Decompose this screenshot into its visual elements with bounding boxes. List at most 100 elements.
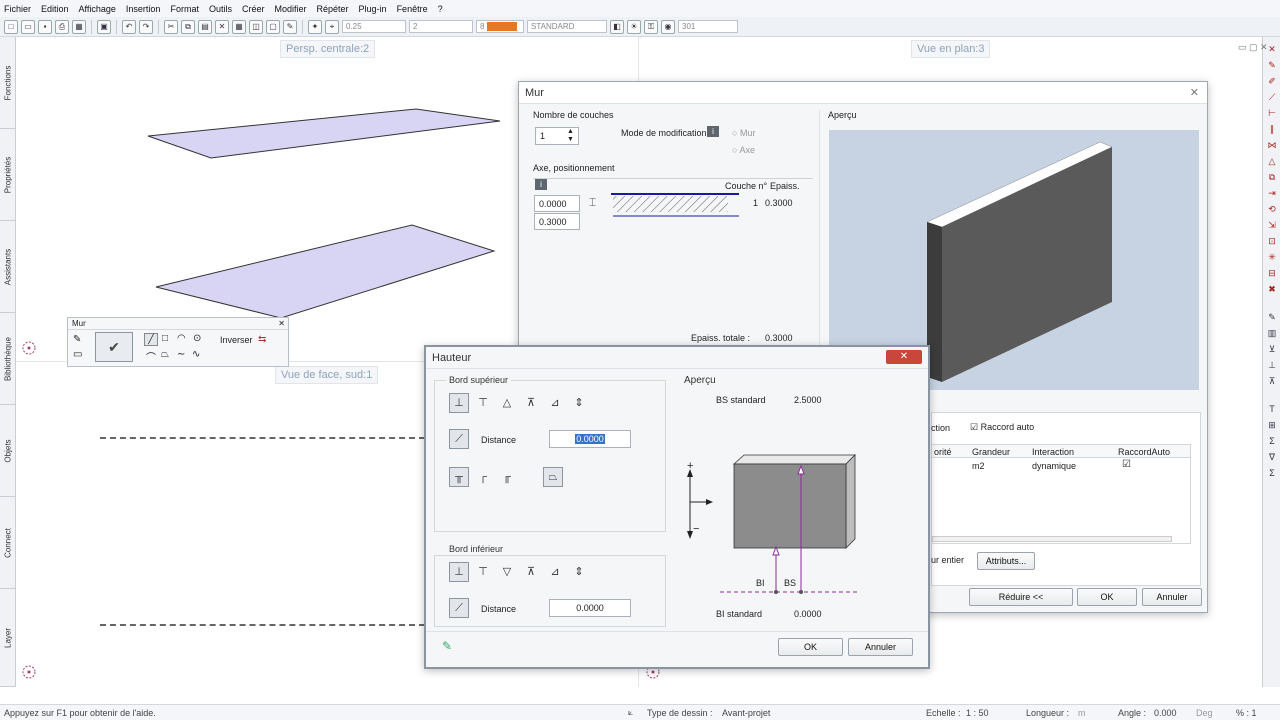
redo-icon[interactable]: ↷ <box>139 19 153 34</box>
bulb-icon[interactable]: ☀ <box>627 19 641 34</box>
rectangle-mode-icon[interactable]: □ <box>162 333 168 344</box>
bottom-relative-icon[interactable]: ⊤ <box>473 562 493 582</box>
pen-thickness-select[interactable]: 0.25 <box>342 20 406 33</box>
tab-fonctions[interactable]: Fonctions <box>0 37 16 129</box>
text-tool-icon[interactable]: T <box>1266 403 1278 415</box>
filter-tool-icon[interactable]: ⊻ <box>1266 343 1278 355</box>
pipette-icon[interactable]: ✎ <box>442 639 452 653</box>
echelle-value[interactable]: 1 : 50 <box>966 708 989 718</box>
angle-value[interactable]: 0.000 <box>1154 708 1177 718</box>
offset-icon[interactable]: ⊟ <box>1266 267 1278 279</box>
tab-bibliotheque[interactable]: Bibliothèque <box>0 313 16 405</box>
stretch-icon[interactable]: ⇲ <box>1266 219 1278 231</box>
arc-segment-icon[interactable]: ⌒ <box>146 349 156 364</box>
measure-icon[interactable]: ⌖ <box>325 19 339 34</box>
dimension-icon[interactable]: ⊢ <box>1266 107 1278 119</box>
folder-icon[interactable]: ▭ <box>73 349 82 360</box>
wall-type-button[interactable]: ✔ <box>95 332 133 362</box>
menu-modifier[interactable]: Modifier <box>275 4 307 14</box>
line-type-select[interactable]: 2 <box>409 20 473 33</box>
viewport-window-controls-icon[interactable]: ▭ ▢ ✕ <box>1238 42 1268 53</box>
menu-repeter[interactable]: Répéter <box>317 4 349 14</box>
reduire-button[interactable]: Réduire << <box>969 588 1073 606</box>
bottom-plane-icon[interactable]: ⊼ <box>521 562 541 582</box>
bottom-roof-icon[interactable]: ▽ <box>497 562 517 582</box>
hatch-tool-icon[interactable]: ▥ <box>1266 327 1278 339</box>
polygon-icon[interactable]: ⏢ <box>161 349 169 360</box>
circle-mode-icon[interactable]: ⊙ <box>193 333 201 344</box>
tab-layer[interactable]: Layer <box>0 589 16 687</box>
cell-interaction[interactable]: dynamique <box>1032 461 1076 471</box>
close-view-icon[interactable]: ✕ <box>1266 43 1278 55</box>
level-tool-icon[interactable]: ⊼ <box>1266 375 1278 387</box>
top-slope-icon[interactable]: ⊿ <box>545 393 565 413</box>
menu-fenetre[interactable]: Fenêtre <box>397 4 428 14</box>
mur-ok-button[interactable]: OK <box>1077 588 1137 606</box>
menu-outils[interactable]: Outils <box>209 4 232 14</box>
mode-mur-radio[interactable]: ○ Mur <box>732 128 755 138</box>
layers-icon[interactable]: ◫ <box>249 19 263 34</box>
close-icon[interactable]: ✕ <box>1190 82 1199 104</box>
mode-axe-radio[interactable]: ○ Axe <box>732 145 755 155</box>
menu-plugin[interactable]: Plug-in <box>359 4 387 14</box>
menu-edition[interactable]: Edition <box>41 4 69 14</box>
line-mode-icon[interactable]: ╱ <box>144 333 158 346</box>
attributs-button[interactable]: Attributs... <box>977 552 1035 570</box>
image-icon[interactable]: ▣ <box>97 19 111 34</box>
triangle-icon[interactable]: △ <box>1266 155 1278 167</box>
top-absolute-icon[interactable]: ⊥ <box>449 393 469 413</box>
print-icon[interactable]: ⎙ <box>55 19 69 34</box>
open-icon[interactable]: ▭ <box>21 19 35 34</box>
rotate-icon[interactable]: ⟲ <box>1266 203 1278 215</box>
paste-icon[interactable]: ▤ <box>198 19 212 34</box>
top-slant2-icon[interactable]: ╓ <box>497 467 517 487</box>
pencil-plus-icon[interactable]: ✐ <box>1266 75 1278 87</box>
window-icon[interactable]: ▢ <box>266 19 280 34</box>
top-slant-icon[interactable]: ┌ <box>473 467 493 487</box>
viewport-label-face[interactable]: Vue de face, sud:1 <box>275 366 379 384</box>
table-scrollbar[interactable] <box>932 536 1172 542</box>
grid-tool-icon[interactable]: ⊞ <box>1266 419 1278 431</box>
scale-icon[interactable]: ⊡ <box>1266 235 1278 247</box>
cell-raccordauto-checkbox[interactable]: ☑ <box>1122 459 1131 470</box>
inverser-toggle-icon[interactable]: ⇆ <box>258 334 266 345</box>
distance-inf-icon[interactable]: ⟋ <box>449 598 469 618</box>
copy-tool-icon[interactable]: ⧉ <box>1266 171 1278 183</box>
preview-icon[interactable]: ▦ <box>72 19 86 34</box>
filter-down-icon[interactable]: ∇ <box>1266 451 1278 463</box>
explode-icon[interactable]: ✳ <box>1266 251 1278 263</box>
menu-insertion[interactable]: Insertion <box>126 4 161 14</box>
copy-icon[interactable]: ⧉ <box>181 19 195 34</box>
bottom-absolute-icon[interactable]: ⊥ <box>449 562 469 582</box>
color-select[interactable]: 8 <box>476 20 524 33</box>
pipette-icon[interactable]: ✎ <box>283 19 297 34</box>
menu-affichage[interactable]: Affichage <box>79 4 116 14</box>
undo-icon[interactable]: ↶ <box>122 19 136 34</box>
top-columns-icon[interactable]: ╥ <box>449 467 469 487</box>
menu-creer[interactable]: Créer <box>242 4 265 14</box>
info-icon[interactable]: i <box>707 126 719 137</box>
parallel-icon[interactable]: ∥ <box>1266 123 1278 135</box>
lock-icon[interactable]: ⚿ <box>644 19 658 34</box>
type-value[interactable]: Avant-projet <box>722 708 770 718</box>
grid-icon[interactable]: ▦ <box>232 19 246 34</box>
new-icon[interactable]: □ <box>4 19 18 34</box>
pipette-icon[interactable]: ✎ <box>73 334 81 345</box>
mirror-icon[interactable]: ⋈ <box>1266 139 1278 151</box>
tab-proprietes[interactable]: Propriétés <box>0 129 16 221</box>
distance-sup-input[interactable]: 0.0000 <box>549 430 631 448</box>
pencil-icon[interactable]: ✎ <box>1266 59 1278 71</box>
delete-icon[interactable]: ✕ <box>215 19 229 34</box>
line-tool-icon[interactable]: ⟋ <box>1266 91 1278 103</box>
hauteur-annuler-button[interactable]: Annuler <box>848 638 913 656</box>
top-trapezoid-icon[interactable]: ⏢ <box>543 467 563 487</box>
spinner-icon[interactable]: ▲ ▼ <box>567 128 574 144</box>
sum-tool-icon[interactable]: Σ <box>1266 435 1278 447</box>
sigma-alt-icon[interactable]: Σ <box>1266 467 1278 479</box>
menu-help[interactable]: ? <box>438 4 443 14</box>
measure-tool-icon[interactable]: ✎ <box>1266 311 1278 323</box>
compass-icon[interactable] <box>20 340 38 358</box>
cell-grandeur[interactable]: m2 <box>972 461 985 471</box>
top-relative-icon[interactable]: ⊤ <box>473 393 493 413</box>
bottom-slope-icon[interactable]: ⊿ <box>545 562 565 582</box>
